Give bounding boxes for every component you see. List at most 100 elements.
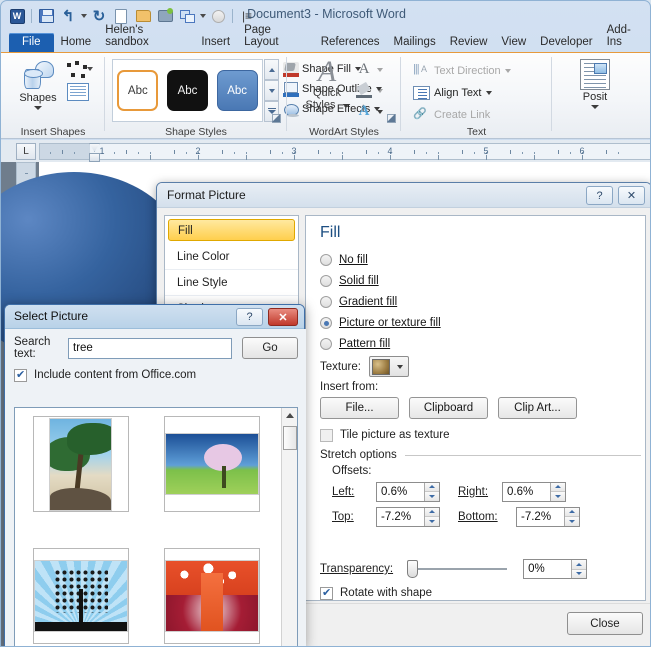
category-line-style[interactable]: Line Style — [165, 270, 298, 296]
thumb-blossom-tree[interactable] — [164, 416, 260, 512]
quick-styles-button[interactable]: A Quick Styles — [301, 57, 353, 111]
shape-style-gallery-scrollbar[interactable] — [264, 59, 279, 122]
category-line-color[interactable]: Line Color — [165, 244, 298, 270]
go-button[interactable]: Go — [242, 337, 298, 359]
chevron-down-icon[interactable] — [34, 106, 42, 110]
chevron-down-icon[interactable] — [505, 69, 511, 73]
help-icon[interactable]: ? — [236, 308, 263, 326]
ribbon-tab-bar[interactable]: File Home Helen's sandbox Insert Page La… — [1, 31, 651, 52]
align-text-button[interactable]: Align Text — [413, 82, 511, 104]
wordart-dialog-launcher[interactable] — [387, 114, 396, 123]
offset-right-input[interactable] — [503, 483, 550, 501]
thumbnail-cell[interactable] — [146, 540, 277, 644]
gallery-scroll-up-button[interactable] — [264, 59, 279, 80]
tab-helens-sandbox[interactable]: Helen's sandbox — [98, 21, 194, 52]
thumb-christmas-tree[interactable] — [164, 548, 260, 644]
tab-view[interactable]: View — [494, 33, 533, 52]
text-outline-button[interactable] — [355, 80, 383, 101]
scroll-up-button[interactable] — [282, 408, 297, 423]
spin-down-button[interactable] — [425, 516, 439, 526]
create-link-button[interactable]: Create Link — [413, 104, 511, 126]
transparency-slider[interactable] — [407, 560, 507, 578]
offset-top-spinner[interactable] — [376, 507, 440, 527]
horizontal-ruler[interactable]: 1 2 3 4 5 6 — [39, 143, 651, 160]
thumb-palm-trees[interactable] — [33, 416, 129, 512]
picture-results-panel[interactable] — [14, 407, 298, 647]
offset-bottom-input[interactable] — [517, 508, 564, 526]
offset-top-spin-buttons[interactable] — [424, 508, 439, 526]
close-button[interactable]: Close — [567, 612, 643, 635]
spin-down-button[interactable] — [572, 569, 586, 579]
spin-up-button[interactable] — [572, 560, 586, 569]
radio-solid-fill[interactable]: Solid fill — [320, 270, 641, 291]
tab-developer[interactable]: Developer — [533, 33, 599, 52]
chevron-down-icon[interactable] — [486, 91, 492, 95]
tab-references[interactable]: References — [314, 33, 387, 52]
category-fill[interactable]: Fill — [168, 219, 295, 241]
shape-styles-dialog-launcher[interactable] — [272, 114, 281, 123]
offset-top-input[interactable] — [377, 508, 424, 526]
format-picture-title-bar[interactable]: Format Picture ? ✕ — [157, 183, 651, 208]
spin-up-button[interactable] — [551, 483, 565, 492]
text-direction-button[interactable]: Text Direction — [413, 60, 511, 82]
chevron-down-icon[interactable] — [343, 104, 349, 108]
offset-right-spinner[interactable] — [502, 482, 566, 502]
chevron-down-icon[interactable] — [377, 110, 383, 114]
offset-bottom-spinner[interactable] — [516, 507, 580, 527]
chevron-down-icon[interactable] — [591, 105, 599, 109]
thumb-winter-tree[interactable] — [33, 548, 129, 644]
shape-style-2[interactable]: Abc — [167, 70, 208, 111]
transparency-spinner[interactable] — [523, 559, 587, 579]
text-fill-button[interactable]: A — [355, 59, 383, 80]
results-scrollbar[interactable] — [281, 408, 297, 646]
close-icon[interactable]: ✕ — [268, 308, 298, 326]
scrollbar-thumb[interactable] — [283, 426, 297, 450]
spin-up-button[interactable] — [425, 483, 439, 492]
gallery-scroll-down-button[interactable] — [264, 80, 279, 101]
chevron-down-icon[interactable] — [377, 68, 383, 72]
tab-insert[interactable]: Insert — [194, 33, 237, 52]
shape-style-gallery[interactable]: Abc Abc Abc — [112, 59, 263, 122]
tab-review[interactable]: Review — [443, 33, 495, 52]
spin-up-button[interactable] — [425, 508, 439, 517]
text-box-icon[interactable] — [67, 83, 89, 101]
offset-left-spin-buttons[interactable] — [424, 483, 439, 501]
thumbnail-cell[interactable] — [146, 408, 277, 512]
offset-left-spinner[interactable] — [376, 482, 440, 502]
tab-home[interactable]: Home — [54, 33, 99, 52]
tab-mailings[interactable]: Mailings — [387, 33, 443, 52]
shape-style-1[interactable]: Abc — [117, 70, 158, 111]
tab-add-ins[interactable]: Add-Ins — [600, 21, 651, 52]
transparency-input[interactable] — [524, 560, 571, 578]
search-input[interactable] — [68, 338, 232, 359]
insert-clipboard-button[interactable]: Clipboard — [409, 397, 488, 419]
thumbnail-cell[interactable] — [15, 540, 146, 644]
select-picture-title-bar[interactable]: Select Picture ? ✕ — [5, 305, 304, 329]
include-office-content-checkbox[interactable]: Include content from Office.com — [14, 365, 306, 385]
shapes-button[interactable]: Shapes — [11, 59, 65, 110]
thumbnail-cell[interactable] — [15, 408, 146, 512]
insert-clip-art-button[interactable]: Clip Art... — [498, 397, 577, 419]
tile-picture-checkbox[interactable]: Tile picture as texture — [320, 424, 641, 446]
text-effects-button[interactable]: A — [355, 101, 383, 122]
left-indent-marker[interactable] — [89, 153, 100, 162]
offset-right-spin-buttons[interactable] — [550, 483, 565, 501]
radio-picture-or-texture-fill[interactable]: Picture or texture fill — [320, 312, 641, 333]
radio-gradient-fill[interactable]: Gradient fill — [320, 291, 641, 312]
tab-stop-selector[interactable]: L — [16, 143, 36, 160]
spin-down-button[interactable] — [551, 491, 565, 501]
radio-pattern-fill[interactable]: Pattern fill — [320, 333, 641, 354]
spin-up-button[interactable] — [565, 508, 579, 517]
insert-file-button[interactable]: File... — [320, 397, 399, 419]
rotate-with-shape-checkbox[interactable]: Rotate with shape — [320, 582, 641, 601]
position-button[interactable]: Posit — [567, 59, 623, 109]
spin-down-button[interactable] — [565, 516, 579, 526]
chevron-down-icon[interactable] — [377, 89, 383, 93]
edit-shape-icon[interactable] — [67, 61, 93, 79]
spin-down-button[interactable] — [425, 491, 439, 501]
help-icon[interactable]: ? — [586, 186, 613, 205]
tab-page-layout[interactable]: Page Layout — [237, 21, 314, 52]
offset-bottom-spin-buttons[interactable] — [564, 508, 579, 526]
transparency-spin-buttons[interactable] — [571, 560, 586, 578]
slider-thumb[interactable] — [407, 560, 418, 578]
